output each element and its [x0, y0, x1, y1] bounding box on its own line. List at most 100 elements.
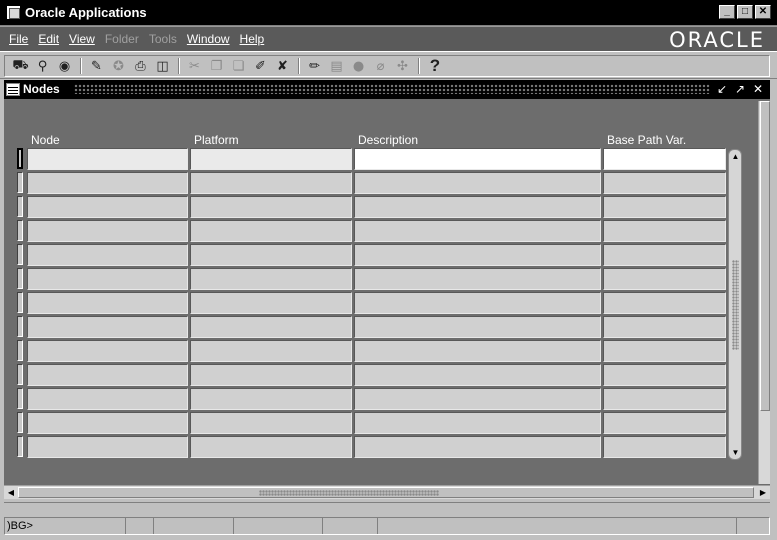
base-path-field[interactable] [603, 268, 726, 290]
attachments-icon[interactable]: ⌀ [370, 56, 391, 76]
show-navigator-icon[interactable]: ◉ [54, 56, 75, 76]
menu-file[interactable]: File [4, 32, 33, 46]
menu-window[interactable]: Window [182, 32, 235, 46]
platform-field[interactable] [190, 148, 352, 170]
close-form-icon[interactable]: ◫ [152, 56, 173, 76]
platform-field[interactable] [190, 268, 352, 290]
translations-icon[interactable]: ● [348, 56, 369, 76]
record-indicator[interactable] [17, 172, 23, 193]
paste-icon[interactable]: ❏ [228, 56, 249, 76]
node-field[interactable] [27, 340, 188, 362]
platform-field[interactable] [190, 292, 352, 314]
window-horizontal-scrollbar[interactable]: ◀ ▶ [4, 485, 770, 499]
base-path-field[interactable] [603, 412, 726, 434]
scroll-right-icon[interactable]: ▶ [757, 487, 769, 498]
form-title-bar[interactable]: Nodes ↙ ↗ ✕ [4, 80, 770, 99]
description-field[interactable] [354, 388, 601, 410]
platform-field[interactable] [190, 244, 352, 266]
record-indicator[interactable] [17, 244, 23, 265]
description-field[interactable] [354, 220, 601, 242]
record-indicator[interactable] [17, 220, 23, 241]
find-icon[interactable]: ⚲ [32, 56, 53, 76]
menu-tools[interactable]: Tools [144, 32, 182, 46]
base-path-field[interactable] [603, 220, 726, 242]
menu-folder[interactable]: Folder [100, 32, 144, 46]
record-indicator[interactable] [17, 196, 23, 217]
record-indicator[interactable] [17, 292, 23, 313]
platform-field[interactable] [190, 196, 352, 218]
app-title-bar[interactable]: Oracle Applications _ □ ✕ [0, 0, 777, 26]
help-icon[interactable]: ? [424, 56, 446, 76]
scroll-down-icon[interactable]: ▼ [730, 447, 741, 458]
description-field[interactable] [354, 412, 601, 434]
print-icon[interactable]: ⎙ [130, 56, 151, 76]
platform-field[interactable] [190, 340, 352, 362]
description-field[interactable] [354, 316, 601, 338]
node-field[interactable] [27, 388, 188, 410]
maximize-form-icon[interactable]: ↗ [732, 81, 748, 97]
next-step-icon[interactable]: ✪ [108, 56, 129, 76]
node-field[interactable] [27, 316, 188, 338]
close-form-button[interactable]: ✕ [750, 81, 766, 97]
base-path-field[interactable] [603, 244, 726, 266]
current-record-indicator[interactable] [17, 148, 23, 169]
base-path-field[interactable] [603, 316, 726, 338]
folder-tools-icon[interactable]: ✣ [392, 56, 413, 76]
maximize-button[interactable]: □ [737, 5, 753, 19]
window-scroll-thumb[interactable] [760, 101, 770, 411]
platform-field[interactable] [190, 316, 352, 338]
copy-icon[interactable]: ❐ [206, 56, 227, 76]
node-field[interactable] [27, 436, 188, 458]
new-icon[interactable]: ⛟ [10, 56, 31, 76]
record-indicator[interactable] [17, 316, 23, 337]
base-path-field[interactable] [603, 148, 726, 170]
save-icon[interactable]: ✎ [86, 56, 107, 76]
menu-edit[interactable]: Edit [33, 32, 64, 46]
minimize-form-icon[interactable]: ↙ [714, 81, 730, 97]
node-field[interactable] [27, 244, 188, 266]
base-path-field[interactable] [603, 340, 726, 362]
record-indicator[interactable] [17, 340, 23, 361]
description-field[interactable] [354, 364, 601, 386]
base-path-field[interactable] [603, 196, 726, 218]
description-field[interactable] [354, 148, 601, 170]
record-indicator[interactable] [17, 388, 23, 409]
node-field[interactable] [27, 220, 188, 242]
app-icon[interactable] [6, 5, 21, 20]
scroll-left-icon[interactable]: ◀ [5, 487, 17, 498]
zoom-icon[interactable]: ▤ [326, 56, 347, 76]
base-path-field[interactable] [603, 172, 726, 194]
delete-record-icon[interactable]: ✘ [272, 56, 293, 76]
base-path-field[interactable] [603, 364, 726, 386]
node-field[interactable] [27, 364, 188, 386]
close-button[interactable]: ✕ [755, 5, 771, 19]
edit-field-icon[interactable]: ✏ [304, 56, 325, 76]
description-field[interactable] [354, 292, 601, 314]
cut-icon[interactable]: ✂ [184, 56, 205, 76]
window-vertical-scrollbar[interactable] [758, 101, 770, 484]
base-path-field[interactable] [603, 436, 726, 458]
base-path-field[interactable] [603, 388, 726, 410]
description-field[interactable] [354, 196, 601, 218]
platform-field[interactable] [190, 412, 352, 434]
node-field[interactable] [27, 292, 188, 314]
platform-field[interactable] [190, 364, 352, 386]
record-indicator[interactable] [17, 412, 23, 433]
description-field[interactable] [354, 244, 601, 266]
scroll-thumb[interactable] [732, 260, 739, 350]
node-field[interactable] [27, 172, 188, 194]
description-field[interactable] [354, 340, 601, 362]
platform-field[interactable] [190, 436, 352, 458]
record-indicator[interactable] [17, 268, 23, 289]
horizontal-scroll-thumb[interactable] [18, 487, 754, 498]
base-path-field[interactable] [603, 292, 726, 314]
node-field[interactable] [27, 148, 188, 170]
node-field[interactable] [27, 412, 188, 434]
minimize-button[interactable]: _ [719, 5, 735, 19]
form-icon[interactable] [6, 83, 20, 96]
block-scrollbar[interactable]: ▲ ▼ [728, 149, 742, 460]
menu-help[interactable]: Help [235, 32, 270, 46]
menu-view[interactable]: View [64, 32, 100, 46]
description-field[interactable] [354, 436, 601, 458]
scroll-up-icon[interactable]: ▲ [730, 151, 741, 162]
